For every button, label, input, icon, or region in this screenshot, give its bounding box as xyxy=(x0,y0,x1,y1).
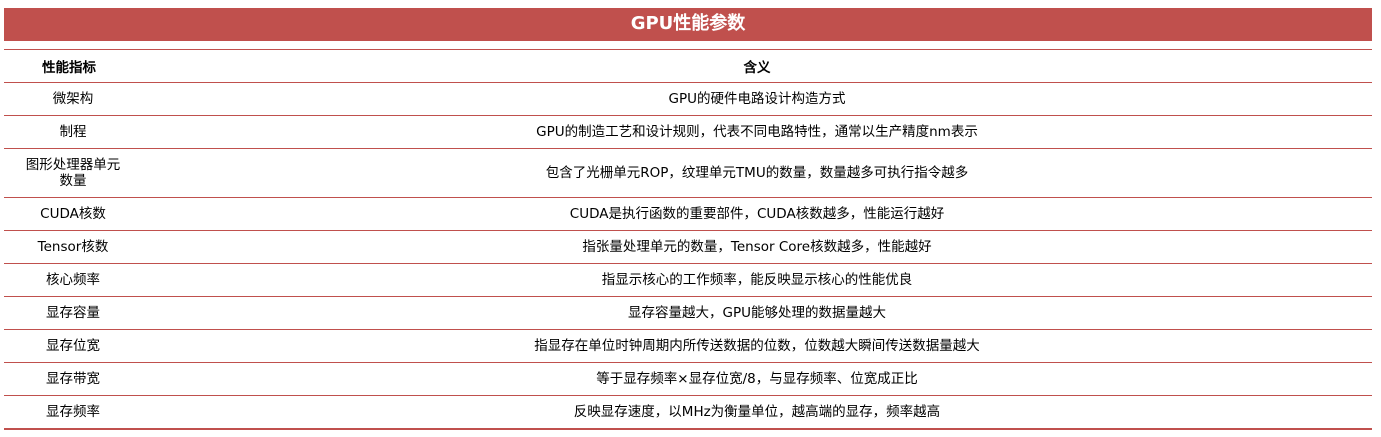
table-row: 制程 GPU的制造工艺和设计规则，代表不同电路特性，通常以生产精度nm表示 xyxy=(4,115,1372,149)
table-row: 显存带宽 等于显存频率×显存位宽/8，与显存频率、位宽成正比 xyxy=(4,362,1372,396)
metric-cell: 图形处理器单元 数量 xyxy=(4,148,142,198)
table-row: CUDA核数 CUDA是执行函数的重要部件，CUDA核数越多，性能运行越好 xyxy=(4,197,1372,231)
table-row: 微架构 GPU的硬件电路设计构造方式 xyxy=(4,82,1372,116)
meaning-cell: 指显示核心的工作频率，能反映显示核心的性能优良 xyxy=(142,263,1372,297)
meaning-cell: 包含了光栅单元ROP，纹理单元TMU的数量，数量越多可执行指令越多 xyxy=(142,148,1372,198)
metric-cell: 显存频率 xyxy=(4,395,142,429)
table-title: GPU性能参数 xyxy=(4,8,1372,41)
metric-cell: 显存带宽 xyxy=(4,362,142,396)
table-bottom-rule xyxy=(4,428,1372,430)
metric-cell: Tensor核数 xyxy=(4,230,142,264)
metric-cell: 制程 xyxy=(4,115,142,149)
header-row: 性能指标 含义 xyxy=(4,50,1372,83)
meaning-cell: GPU的硬件电路设计构造方式 xyxy=(142,82,1372,116)
table-row: 显存容量 显存容量越大，GPU能够处理的数据量越大 xyxy=(4,296,1372,330)
title-divider xyxy=(4,41,1372,50)
gpu-parameter-table-container: GPU性能参数 性能指标 含义 微架构 GPU的硬件电路设计构造方式 制程 GP… xyxy=(4,8,1372,430)
gpu-parameter-table: 性能指标 含义 微架构 GPU的硬件电路设计构造方式 制程 GPU的制造工艺和设… xyxy=(4,50,1372,429)
metric-cell: 微架构 xyxy=(4,82,142,116)
meaning-cell: 指显存在单位时钟周期内所传送数据的位数，位数越大瞬间传送数据量越大 xyxy=(142,329,1372,363)
table-row: 显存位宽 指显存在单位时钟周期内所传送数据的位数，位数越大瞬间传送数据量越大 xyxy=(4,329,1372,363)
meaning-cell: CUDA是执行函数的重要部件，CUDA核数越多，性能运行越好 xyxy=(142,197,1372,231)
table-row: 图形处理器单元 数量 包含了光栅单元ROP，纹理单元TMU的数量，数量越多可执行… xyxy=(4,148,1372,198)
header-meaning: 含义 xyxy=(142,50,1372,83)
metric-cell: 显存位宽 xyxy=(4,329,142,363)
metric-cell: CUDA核数 xyxy=(4,197,142,231)
metric-cell: 显存容量 xyxy=(4,296,142,330)
header-metric: 性能指标 xyxy=(4,50,142,83)
table-row: Tensor核数 指张量处理单元的数量，Tensor Core核数越多，性能越好 xyxy=(4,230,1372,264)
metric-cell-line: 图形处理器单元 xyxy=(25,157,121,173)
meaning-cell: 等于显存频率×显存位宽/8，与显存频率、位宽成正比 xyxy=(142,362,1372,396)
metric-cell: 核心频率 xyxy=(4,263,142,297)
meaning-cell: 显存容量越大，GPU能够处理的数据量越大 xyxy=(142,296,1372,330)
meaning-cell: 反映显存速度，以MHz为衡量单位，越高端的显存，频率越高 xyxy=(142,395,1372,429)
meaning-cell: 指张量处理单元的数量，Tensor Core核数越多，性能越好 xyxy=(142,230,1372,264)
table-row: 核心频率 指显示核心的工作频率，能反映显示核心的性能优良 xyxy=(4,263,1372,297)
table-row: 显存频率 反映显存速度，以MHz为衡量单位，越高端的显存，频率越高 xyxy=(4,395,1372,429)
metric-cell-line: 数量 xyxy=(59,173,87,189)
meaning-cell: GPU的制造工艺和设计规则，代表不同电路特性，通常以生产精度nm表示 xyxy=(142,115,1372,149)
